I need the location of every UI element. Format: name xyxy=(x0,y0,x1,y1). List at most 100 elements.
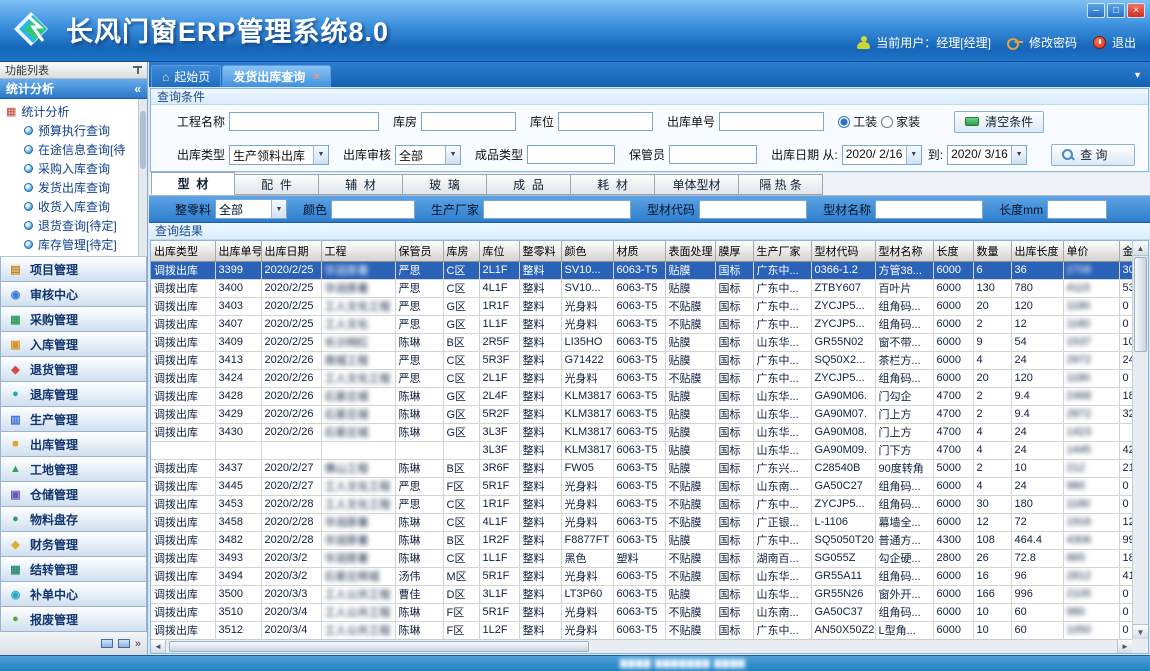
sidebar-item-9[interactable]: ▣仓储管理 xyxy=(0,482,147,507)
column-header[interactable]: 保管员 xyxy=(395,241,443,261)
tab-close-icon[interactable]: × xyxy=(313,71,319,83)
tree-scrollbar[interactable] xyxy=(138,99,147,256)
grid-cell[interactable]: 216 xyxy=(1119,459,1132,477)
column-header[interactable]: 出库日期 xyxy=(261,241,321,261)
grid-cell[interactable]: 陈琳 xyxy=(395,333,443,351)
grid-cell[interactable]: 2R5F xyxy=(479,333,519,351)
grid-cell[interactable]: 6063-T5 xyxy=(613,603,665,621)
grid-cell[interactable]: 组角码... xyxy=(875,567,933,585)
grid-cell[interactable]: 国标 xyxy=(715,369,753,387)
grid-cell[interactable]: 组角码... xyxy=(875,315,933,333)
grid-cell[interactable]: 6000 xyxy=(933,621,973,639)
grid-cell[interactable]: 5R1F xyxy=(479,567,519,585)
grid-cell[interactable]: 不贴膜 xyxy=(665,315,715,333)
grid-cell[interactable]: 光身料 xyxy=(561,477,613,495)
grid-cell[interactable]: G71422 xyxy=(561,351,613,369)
grid-cell[interactable]: 整料 xyxy=(519,603,561,621)
grid-cell[interactable]: 2L1F xyxy=(479,261,519,279)
grid-cell[interactable]: 6000 xyxy=(933,315,973,333)
scroll-right-icon[interactable]: ► xyxy=(1117,640,1132,653)
grid-cell[interactable]: 241 xyxy=(1119,351,1132,369)
grid-cell[interactable]: 535 xyxy=(1119,279,1132,297)
grid-cell[interactable]: 严思 xyxy=(395,477,443,495)
grid-cell[interactable]: 陈琳 xyxy=(395,621,443,639)
sidebar-section-header[interactable]: 统计分析 « xyxy=(0,79,147,99)
grid-cell[interactable]: 130 xyxy=(973,279,1011,297)
grid-cell[interactable]: 2020/2/28 xyxy=(261,531,321,549)
grid-cell[interactable]: 汤伟 xyxy=(395,567,443,585)
grid-cell[interactable]: 贴膜 xyxy=(665,441,715,459)
grid-cell[interactable]: 光身料 xyxy=(561,567,613,585)
grid-cell[interactable]: 贴膜 xyxy=(665,333,715,351)
grid-cell[interactable]: 勾企硬... xyxy=(875,549,933,567)
grid-cell[interactable]: 106 xyxy=(1119,333,1132,351)
column-header[interactable]: 颜色 xyxy=(561,241,613,261)
scroll-left-icon[interactable]: ◄ xyxy=(151,640,166,653)
grid-cell[interactable]: 6063-T5 xyxy=(613,369,665,387)
column-header[interactable]: 出库长度 xyxy=(1011,241,1063,261)
grid-cell[interactable]: 贴膜 xyxy=(665,423,715,441)
grid-cell[interactable]: 幕墙全... xyxy=(875,513,933,531)
grid-cell[interactable]: 光身料 xyxy=(561,603,613,621)
grid-cell[interactable]: 湖南百... xyxy=(753,549,811,567)
grid-cell[interactable]: 调拨出库 xyxy=(151,369,215,387)
sidebar-item-8[interactable]: ▲工地管理 xyxy=(0,457,147,482)
grid-cell[interactable]: C区 xyxy=(443,549,479,567)
grid-cell[interactable]: 国标 xyxy=(715,261,753,279)
grid-cell[interactable]: GR55N02 xyxy=(811,333,875,351)
grid-cell[interactable]: 山东华... xyxy=(753,387,811,405)
sidebar-item-1[interactable]: ◉审核中心 xyxy=(0,282,147,307)
grid-cell[interactable]: 6 xyxy=(973,261,1011,279)
grid-cell[interactable]: 6063-T5 xyxy=(613,495,665,513)
grid-cell[interactable]: 4L1F xyxy=(479,279,519,297)
grid-cell[interactable]: 广东中... xyxy=(753,351,811,369)
grid-cell[interactable]: 2468 xyxy=(1063,387,1119,405)
grid-cell[interactable]: 186 xyxy=(1119,387,1132,405)
grid-cell[interactable]: 石家庄城 xyxy=(321,423,395,441)
grid-cell[interactable]: 3L3F xyxy=(479,441,519,459)
chevron-down-icon[interactable]: ▼ xyxy=(906,146,921,164)
profile-name-input[interactable] xyxy=(875,200,983,219)
vertical-scroll-thumb[interactable] xyxy=(1134,257,1147,352)
grid-cell[interactable]: D区 xyxy=(443,585,479,603)
grid-cell[interactable]: 调拨出库 xyxy=(151,387,215,405)
grid-cell[interactable]: 3493 xyxy=(215,549,261,567)
grid-cell[interactable]: 方管38... xyxy=(875,261,933,279)
tab-list-dropdown-icon[interactable]: ▼ xyxy=(1133,70,1142,80)
sidebar-item-0[interactable]: ▤项目管理 xyxy=(0,257,147,282)
grid-cell[interactable]: 2020/3/2 xyxy=(261,567,321,585)
grid-cell[interactable]: 调拨出库 xyxy=(151,423,215,441)
column-header[interactable]: 长度 xyxy=(933,241,973,261)
grid-cell[interactable]: 石家庄城 xyxy=(321,405,395,423)
table-row[interactable]: 调拨出库34032020/2/25工人文化工程严思G区1R1F整料光身料6063… xyxy=(151,297,1132,315)
grid-cell[interactable]: 3429 xyxy=(215,405,261,423)
grid-cell[interactable]: 国标 xyxy=(715,567,753,585)
column-header[interactable]: 膜厚 xyxy=(715,241,753,261)
grid-cell[interactable]: 国标 xyxy=(715,333,753,351)
grid-cell[interactable]: 山东华... xyxy=(753,441,811,459)
grid-cell[interactable] xyxy=(215,441,261,459)
grid-cell[interactable]: 门上方 xyxy=(875,405,933,423)
grid-cell[interactable]: 3400 xyxy=(215,279,261,297)
grid-cell[interactable]: C区 xyxy=(443,261,479,279)
keeper-input[interactable] xyxy=(669,145,757,164)
grid-cell[interactable]: 严思 xyxy=(395,261,443,279)
grid-cell[interactable]: 门勾企 xyxy=(875,387,933,405)
grid-cell[interactable]: C区 xyxy=(443,495,479,513)
grid-cell[interactable]: 严思 xyxy=(395,297,443,315)
table-row[interactable]: 调拨出库33992020/2/25华润原著严思C区2L1F整料SV10...60… xyxy=(151,261,1132,279)
grid-cell[interactable]: 不贴膜 xyxy=(665,495,715,513)
grid-cell[interactable]: 41 xyxy=(1119,567,1132,585)
grid-cell[interactable]: 123 xyxy=(1119,513,1132,531)
grid-cell[interactable]: 10 xyxy=(973,621,1011,639)
sidebar-item-11[interactable]: ◆财务管理 xyxy=(0,532,147,557)
grid-cell[interactable]: 国标 xyxy=(715,387,753,405)
grid-cell[interactable]: 24 xyxy=(1011,477,1063,495)
grid-cell[interactable]: F8877FT xyxy=(561,531,613,549)
grid-cell[interactable]: 国标 xyxy=(715,513,753,531)
grid-cell[interactable]: 2 xyxy=(973,459,1011,477)
grid-cell[interactable]: 6063-T5 xyxy=(613,297,665,315)
grid-cell[interactable]: 石家庄辉城 xyxy=(321,567,395,585)
grid-cell[interactable]: 0 xyxy=(1119,477,1132,495)
audit-select[interactable]: 全部 ▼ xyxy=(395,145,461,165)
